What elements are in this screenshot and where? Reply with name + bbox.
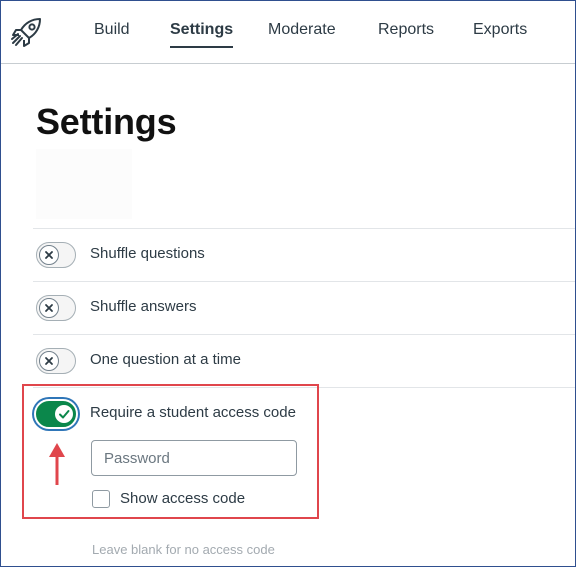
tab-moderate[interactable]: Moderate	[268, 21, 336, 46]
top-navigation: Build Settings Moderate Reports Exports	[1, 1, 575, 64]
app-window: Build Settings Moderate Reports Exports …	[0, 0, 576, 567]
close-icon	[45, 357, 53, 365]
shuffle-answers-toggle[interactable]	[36, 295, 76, 321]
tab-reports[interactable]: Reports	[378, 21, 434, 46]
access-code-input[interactable]	[91, 440, 297, 476]
tab-exports[interactable]: Exports	[473, 21, 527, 46]
close-icon	[45, 251, 53, 259]
rocket-icon[interactable]	[10, 15, 44, 49]
tab-settings[interactable]: Settings	[170, 21, 234, 48]
show-access-code-checkbox[interactable]	[92, 490, 110, 508]
access-code-hint: Leave blank for no access code	[92, 542, 275, 557]
close-icon	[45, 304, 53, 312]
one-question-at-a-time-label: One question at a time	[90, 351, 241, 368]
setting-row-shuffle-answers: Shuffle answers	[33, 281, 575, 334]
setting-row-shuffle-questions: Shuffle questions	[33, 228, 575, 281]
show-access-code-label: Show access code	[120, 490, 246, 507]
toggle-knob	[39, 245, 59, 265]
shuffle-answers-label: Shuffle answers	[90, 298, 197, 315]
blank-area	[36, 149, 132, 219]
shuffle-questions-toggle[interactable]	[36, 242, 76, 268]
setting-row-one-question-at-a-time: One question at a time	[33, 334, 575, 387]
page-title: Settings	[36, 101, 177, 142]
arrow-up-annotation-icon	[49, 443, 65, 485]
tab-build[interactable]: Build	[94, 21, 130, 46]
toggle-knob	[39, 298, 59, 318]
toggle-knob	[39, 351, 59, 371]
one-question-at-a-time-toggle[interactable]	[36, 348, 76, 374]
shuffle-questions-label: Shuffle questions	[90, 245, 205, 262]
